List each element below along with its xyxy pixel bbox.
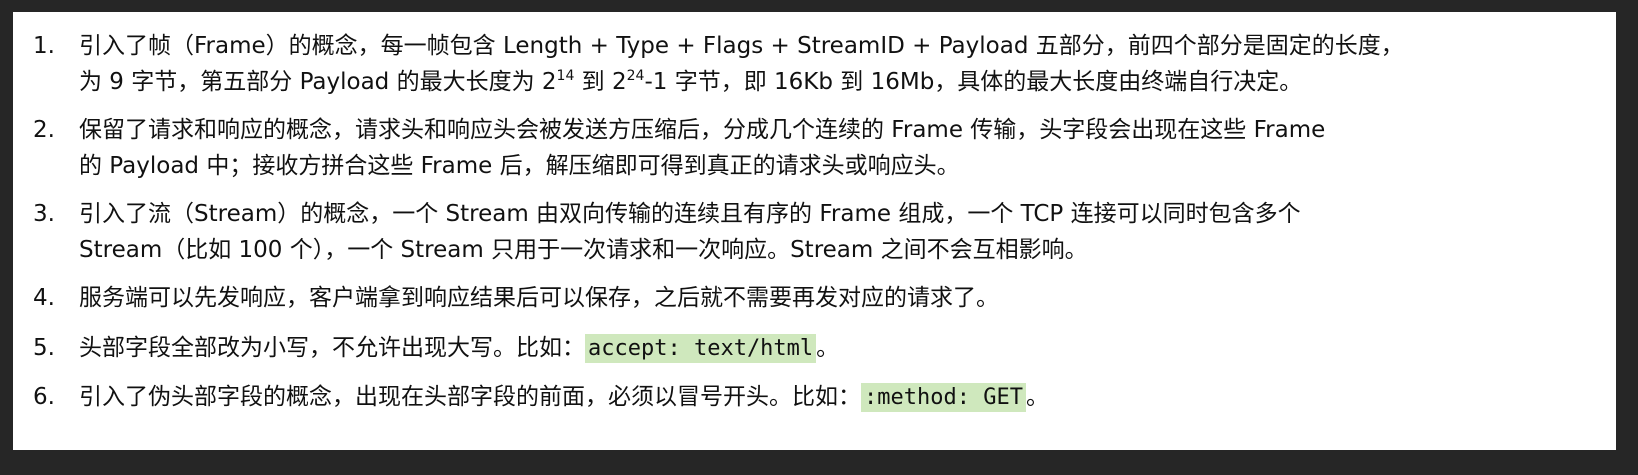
content-panel: 1. 引入了帧（Frame）的概念，每一帧包含 Length + Type + … xyxy=(13,12,1616,450)
list-line: 服务端可以先发响应，客户端拿到响应结果后可以保存，之后就不需要再发对应的请求了。 xyxy=(79,285,999,311)
list-number: 1. xyxy=(33,33,55,59)
list-line: 的 Payload 中；接收方拼合这些 Frame 后，解压缩即可得到真正的请求… xyxy=(79,153,960,179)
list-text: 保留了请求和响应的概念，请求头和响应头会被发送方压缩后，分成几个连续的 Fram… xyxy=(79,112,1599,184)
list-line: 头部字段全部改为小写，不允许出现大写。比如： accept: text/html。 xyxy=(79,330,1599,367)
superscript: 24 xyxy=(626,68,645,84)
text-segment: 引入了伪头部字段的概念，出现在头部字段的前面，必须以冒号开头。比如： xyxy=(79,384,861,410)
text-segment: -1 字节，即 16Kb 到 16Mb，具体的最大长度由终端自行决定。 xyxy=(644,69,1303,95)
list-line: 引入了伪头部字段的概念，出现在头部字段的前面，必须以冒号开头。比如：:metho… xyxy=(79,379,1599,416)
list-text: 引入了流（Stream）的概念，一个 Stream 由双向传输的连续且有序的 F… xyxy=(79,196,1599,268)
list-text: 头部字段全部改为小写，不允许出现大写。比如： accept: text/html。 xyxy=(79,330,1599,367)
inline-code: accept: text/html xyxy=(585,334,817,363)
text-segment: 为 9 字节，第五部分 Payload 的最大长度为 2 xyxy=(79,69,557,95)
list-text: 引入了帧（Frame）的概念，每一帧包含 Length + Type + Fla… xyxy=(79,28,1599,100)
list-number: 3. xyxy=(33,201,55,227)
list-line: 引入了帧（Frame）的概念，每一帧包含 Length + Type + Fla… xyxy=(79,33,1404,59)
list-number: 5. xyxy=(33,335,55,361)
text-segment: 到 2 xyxy=(574,69,627,95)
inline-code: :method: GET xyxy=(861,383,1026,412)
text-segment: 。 xyxy=(816,335,840,361)
list-text: 服务端可以先发响应，客户端拿到响应结果后可以保存，之后就不需要再发对应的请求了。 xyxy=(79,280,1599,316)
text-segment: 。 xyxy=(1025,384,1049,410)
list-line: 引入了流（Stream）的概念，一个 Stream 由双向传输的连续且有序的 F… xyxy=(79,201,1301,227)
list-text: 引入了伪头部字段的概念，出现在头部字段的前面，必须以冒号开头。比如：:metho… xyxy=(79,379,1599,416)
list-line: 为 9 字节，第五部分 Payload 的最大长度为 214 到 224-1 字… xyxy=(79,64,1599,100)
list-line: Stream（比如 100 个），一个 Stream 只用于一次请求和一次响应。… xyxy=(79,237,1088,263)
list-number: 4. xyxy=(33,285,55,311)
list-line: 保留了请求和响应的概念，请求头和响应头会被发送方压缩后，分成几个连续的 Fram… xyxy=(79,117,1326,143)
list-number: 2. xyxy=(33,117,55,143)
superscript: 14 xyxy=(556,68,575,84)
list-number: 6. xyxy=(33,384,55,410)
text-segment: 头部字段全部改为小写，不允许出现大写。比如： xyxy=(79,335,585,361)
